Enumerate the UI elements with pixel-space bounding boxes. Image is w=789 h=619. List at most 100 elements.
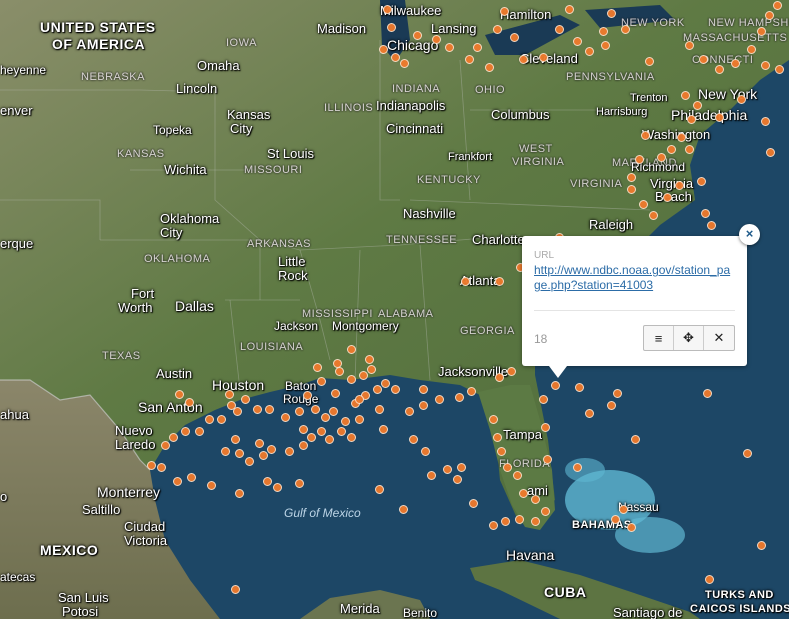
station-marker[interactable]	[259, 451, 268, 460]
station-marker[interactable]	[611, 515, 620, 524]
station-marker[interactable]	[501, 517, 510, 526]
station-marker[interactable]	[325, 435, 334, 444]
station-marker[interactable]	[217, 415, 226, 424]
station-marker[interactable]	[303, 391, 312, 400]
station-marker[interactable]	[295, 479, 304, 488]
station-marker[interactable]	[757, 27, 766, 36]
station-marker[interactable]	[731, 59, 740, 68]
station-marker[interactable]	[531, 517, 540, 526]
station-marker[interactable]	[715, 113, 724, 122]
station-marker[interactable]	[381, 379, 390, 388]
station-marker[interactable]	[207, 481, 216, 490]
station-marker[interactable]	[737, 95, 746, 104]
station-marker[interactable]	[387, 23, 396, 32]
station-marker[interactable]	[775, 65, 784, 74]
station-marker[interactable]	[419, 385, 428, 394]
station-marker[interactable]	[405, 407, 414, 416]
station-marker[interactable]	[555, 25, 564, 34]
station-marker[interactable]	[500, 7, 509, 16]
station-marker[interactable]	[766, 148, 775, 157]
station-marker[interactable]	[507, 367, 516, 376]
station-marker[interactable]	[173, 477, 182, 486]
list-button[interactable]: ≡	[644, 326, 674, 350]
station-marker[interactable]	[355, 395, 364, 404]
station-marker[interactable]	[715, 65, 724, 74]
station-marker[interactable]	[635, 155, 644, 164]
station-marker[interactable]	[311, 405, 320, 414]
station-marker[interactable]	[267, 445, 276, 454]
station-marker[interactable]	[467, 387, 476, 396]
station-marker[interactable]	[255, 439, 264, 448]
station-marker[interactable]	[307, 433, 316, 442]
station-marker[interactable]	[195, 427, 204, 436]
station-marker[interactable]	[285, 447, 294, 456]
station-marker[interactable]	[497, 447, 506, 456]
station-marker[interactable]	[299, 441, 308, 450]
station-marker[interactable]	[543, 455, 552, 464]
station-marker[interactable]	[645, 57, 654, 66]
station-marker[interactable]	[457, 463, 466, 472]
popup-dismiss-button[interactable]: ✕	[704, 326, 734, 350]
station-marker[interactable]	[495, 277, 504, 286]
station-marker[interactable]	[359, 371, 368, 380]
station-marker[interactable]	[295, 407, 304, 416]
station-marker[interactable]	[241, 395, 250, 404]
station-marker[interactable]	[375, 485, 384, 494]
station-marker[interactable]	[701, 209, 710, 218]
station-marker[interactable]	[391, 53, 400, 62]
station-marker[interactable]	[379, 425, 388, 434]
station-marker[interactable]	[519, 55, 528, 64]
station-marker[interactable]	[663, 193, 672, 202]
station-marker[interactable]	[347, 433, 356, 442]
station-marker[interactable]	[627, 523, 636, 532]
station-marker[interactable]	[455, 393, 464, 402]
station-marker[interactable]	[435, 395, 444, 404]
station-marker[interactable]	[443, 465, 452, 474]
station-marker[interactable]	[265, 405, 274, 414]
station-marker[interactable]	[317, 377, 326, 386]
station-marker[interactable]	[613, 389, 622, 398]
station-marker[interactable]	[573, 463, 582, 472]
station-marker[interactable]	[413, 31, 422, 40]
station-marker[interactable]	[627, 185, 636, 194]
station-marker[interactable]	[409, 435, 418, 444]
station-marker[interactable]	[493, 433, 502, 442]
station-marker[interactable]	[539, 395, 548, 404]
station-marker[interactable]	[639, 200, 648, 209]
station-marker[interactable]	[685, 145, 694, 154]
station-marker[interactable]	[627, 173, 636, 182]
station-marker[interactable]	[335, 367, 344, 376]
station-marker[interactable]	[399, 505, 408, 514]
station-marker[interactable]	[313, 363, 322, 372]
station-marker[interactable]	[383, 5, 392, 14]
station-marker[interactable]	[513, 471, 522, 480]
station-marker[interactable]	[187, 473, 196, 482]
station-marker[interactable]	[705, 575, 714, 584]
station-marker[interactable]	[329, 407, 338, 416]
station-marker[interactable]	[510, 33, 519, 42]
station-marker[interactable]	[181, 427, 190, 436]
station-marker[interactable]	[317, 427, 326, 436]
station-marker[interactable]	[619, 505, 628, 514]
station-marker[interactable]	[253, 405, 262, 414]
station-marker[interactable]	[175, 390, 184, 399]
station-marker[interactable]	[231, 585, 240, 594]
station-marker[interactable]	[427, 471, 436, 480]
station-marker[interactable]	[365, 355, 374, 364]
station-marker[interactable]	[621, 25, 630, 34]
station-marker[interactable]	[599, 27, 608, 36]
station-marker[interactable]	[445, 43, 454, 52]
station-marker[interactable]	[489, 521, 498, 530]
station-marker[interactable]	[485, 63, 494, 72]
station-marker[interactable]	[681, 91, 690, 100]
station-marker[interactable]	[169, 433, 178, 442]
station-marker[interactable]	[205, 415, 214, 424]
station-marker[interactable]	[419, 401, 428, 410]
station-marker[interactable]	[515, 515, 524, 524]
station-marker[interactable]	[331, 389, 340, 398]
station-marker[interactable]	[747, 45, 756, 54]
station-marker[interactable]	[697, 177, 706, 186]
station-marker[interactable]	[519, 489, 528, 498]
station-marker[interactable]	[575, 383, 584, 392]
station-marker[interactable]	[235, 489, 244, 498]
